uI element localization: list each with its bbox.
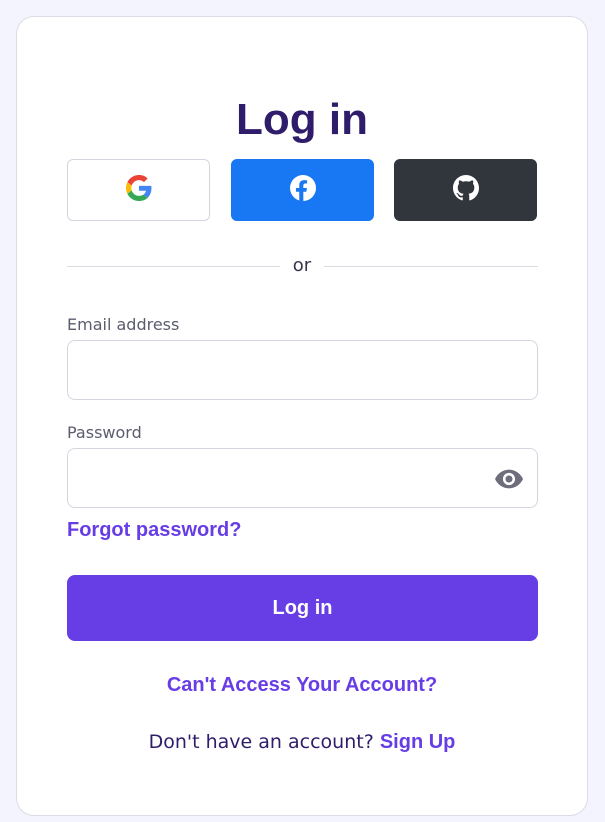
google-login-button[interactable] bbox=[67, 159, 210, 221]
signup-link[interactable]: Sign Up bbox=[380, 731, 456, 753]
github-login-button[interactable] bbox=[394, 159, 537, 221]
eye-icon[interactable] bbox=[494, 467, 524, 491]
signup-prompt: Don't have an account? bbox=[148, 731, 374, 753]
divider-left bbox=[67, 266, 280, 267]
forgot-password-link[interactable]: Forgot password? bbox=[67, 519, 241, 542]
divider-text: or bbox=[292, 255, 312, 276]
page-title: Log in bbox=[236, 95, 368, 144]
email-field[interactable] bbox=[67, 340, 538, 400]
email-label: Email address bbox=[67, 315, 180, 334]
github-icon bbox=[452, 175, 479, 205]
login-button[interactable]: Log in bbox=[67, 575, 538, 641]
cant-access-link[interactable]: Can't Access Your Account? bbox=[17, 674, 587, 697]
google-icon bbox=[125, 175, 152, 205]
facebook-icon bbox=[289, 175, 316, 205]
password-label: Password bbox=[67, 423, 142, 442]
password-field[interactable] bbox=[67, 448, 538, 508]
divider-right bbox=[324, 266, 538, 267]
facebook-login-button[interactable] bbox=[231, 159, 374, 221]
login-card: Log in or Email address Password Forgot … bbox=[16, 16, 588, 816]
signup-row: Don't have an account? Sign Up bbox=[17, 731, 587, 754]
